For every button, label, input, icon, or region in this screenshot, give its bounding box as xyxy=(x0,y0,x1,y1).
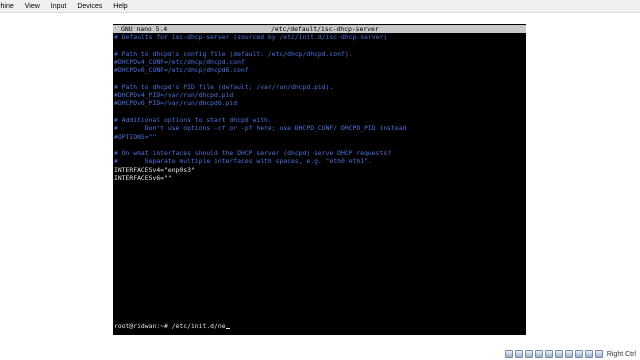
editor-line: INTERFACESv6="" xyxy=(114,174,172,183)
editor-line: #DHCPDv6_PID=/var/run/dhcpd6.pid xyxy=(114,99,238,108)
mouse-integration-icon[interactable] xyxy=(594,350,603,358)
editor-line: #OPTIONS="" xyxy=(114,132,157,141)
shared-folder-icon[interactable] xyxy=(554,350,563,358)
shell-prompt-text: root@ridwan:~# /etc/init.d/ne xyxy=(114,322,226,330)
nano-editor-area[interactable]: # Defaults for isc-dhcp-server (sourced … xyxy=(114,33,525,182)
editor-line: # Separate multiple interfaces with spac… xyxy=(114,157,372,166)
editor-line: #DHCPDv4_CONF=/etc/dhcp/dhcpd.conf xyxy=(114,57,245,66)
vm-display[interactable]: GNU nano 5.4 /etc/default/isc-dhcp-serve… xyxy=(113,24,526,335)
editor-line: # Additional options to start dhcpd with… xyxy=(114,115,272,124)
display-icon[interactable] xyxy=(564,350,573,358)
audio-icon[interactable] xyxy=(524,350,533,358)
optical-drive-icon[interactable] xyxy=(514,350,523,358)
host-key-label: Right Ctrl xyxy=(606,350,636,358)
editor-line: # Don't use options -cf or -pf here; use… xyxy=(114,124,407,133)
editor-line: # Path to dhcpd's PID file (default: /va… xyxy=(114,82,334,91)
menu-devices[interactable]: Devices xyxy=(72,3,108,10)
menu-machine[interactable]: chine xyxy=(0,3,20,10)
editor-line: # Defaults for isc-dhcp-server (sourced … xyxy=(114,33,388,41)
menu-view[interactable]: View xyxy=(20,3,46,10)
menu-help[interactable]: Help xyxy=(108,3,133,10)
video-capture-icon[interactable] xyxy=(574,350,583,358)
cpu-icon[interactable] xyxy=(584,350,593,358)
editor-line: # On what interfaces should the DHCP ser… xyxy=(114,149,392,158)
editor-line: #DHCPDv4_PID=/var/run/dhcpd.pid xyxy=(114,91,234,100)
usb-icon[interactable] xyxy=(544,350,553,358)
shell-prompt-line[interactable]: root@ridwan:~# /etc/init.d/ne xyxy=(114,322,230,330)
editor-line: #DHCPDv6_CONF=/etc/dhcp/dhcpd6.conf xyxy=(114,66,249,75)
editor-line: INTERFACESv4="enp0s3" xyxy=(114,165,195,174)
nano-title-bar: GNU nano 5.4 /etc/default/isc-dhcp-serve… xyxy=(113,25,526,33)
editor-line: # Path to dhcpd's config file (default: … xyxy=(114,49,353,58)
menu-input[interactable]: Input xyxy=(46,3,73,10)
vm-menubar: chine View Input Devices Help xyxy=(0,0,640,13)
text-cursor xyxy=(225,328,230,330)
network-icon[interactable] xyxy=(534,350,543,358)
hard-disk-icon[interactable] xyxy=(504,350,513,358)
vm-status-tray: Right Ctrl xyxy=(504,349,636,359)
